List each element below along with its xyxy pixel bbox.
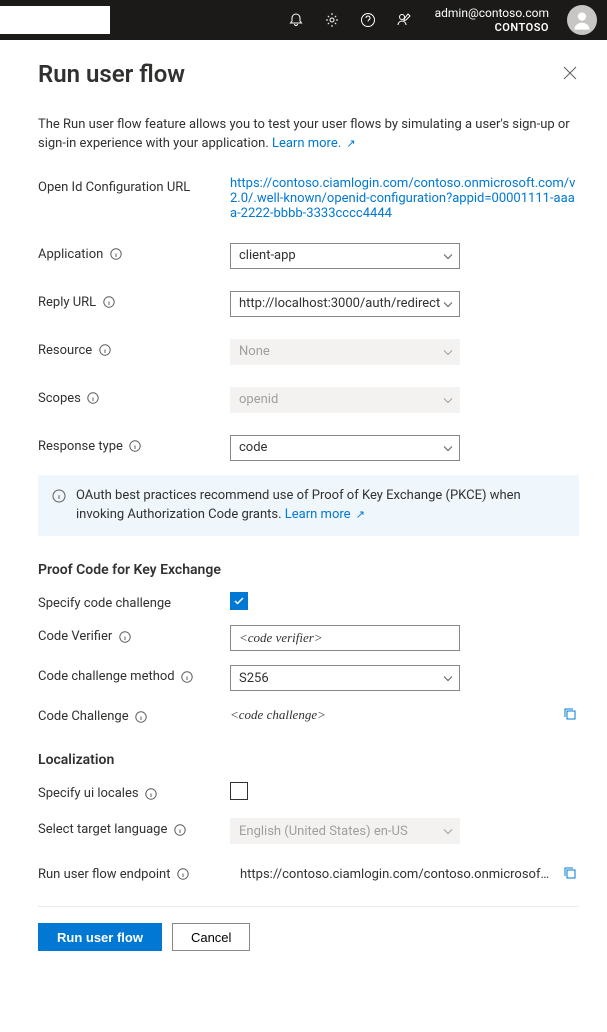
chevron-down-icon xyxy=(443,248,453,263)
info-icon[interactable] xyxy=(118,630,131,643)
specify-code-challenge-label: Specify code challenge xyxy=(38,596,171,611)
scopes-select[interactable]: openid xyxy=(230,387,460,413)
openid-url-value: https://contoso.ciamlogin.com/contoso.on… xyxy=(230,176,579,221)
response-type-select[interactable]: code xyxy=(230,435,460,461)
code-verifier-input[interactable]: <code verifier> xyxy=(230,625,460,651)
pkce-info-callout: OAuth best practices recommend use of Pr… xyxy=(38,475,579,537)
callout-learn-more-link[interactable]: Learn more ↗ xyxy=(285,507,365,522)
feedback-icon[interactable] xyxy=(395,11,413,29)
code-challenge-method-select[interactable]: S256 xyxy=(230,665,460,691)
intro-text: The Run user flow feature allows you to … xyxy=(38,116,579,154)
gear-icon[interactable] xyxy=(323,11,341,29)
info-icon[interactable] xyxy=(181,670,194,683)
run-user-flow-panel: Run user flow The Run user flow feature … xyxy=(0,40,607,975)
endpoint-value: https://contoso.ciamlogin.com/contoso.on… xyxy=(240,867,553,882)
reply-url-label: Reply URL xyxy=(38,295,96,310)
panel-title: Run user flow xyxy=(38,60,185,88)
chevron-down-icon xyxy=(443,392,453,407)
info-icon[interactable] xyxy=(109,248,122,261)
response-type-label: Response type xyxy=(38,439,123,454)
code-challenge-method-label: Code challenge method xyxy=(38,669,175,684)
notifications-icon[interactable] xyxy=(287,11,305,29)
target-language-select[interactable]: English (United States) en-US xyxy=(230,818,460,844)
resource-select[interactable]: None xyxy=(230,339,460,365)
code-challenge-value: <code challenge> xyxy=(230,707,563,723)
specify-code-challenge-checkbox[interactable] xyxy=(230,592,248,610)
chevron-down-icon xyxy=(443,344,453,359)
cancel-button[interactable]: Cancel xyxy=(172,923,250,951)
top-bar: admin@contoso.com CONTOSO xyxy=(0,0,607,40)
run-user-flow-button[interactable]: Run user flow xyxy=(38,923,162,951)
reply-url-select[interactable]: http://localhost:3000/auth/redirect xyxy=(230,291,460,317)
openid-url-link[interactable]: https://contoso.ciamlogin.com/contoso.on… xyxy=(230,176,575,221)
info-icon[interactable] xyxy=(176,868,189,881)
localization-heading: Localization xyxy=(38,752,579,768)
specify-ui-locales-checkbox[interactable] xyxy=(230,782,248,800)
chevron-down-icon xyxy=(443,824,453,839)
select-target-language-label: Select target language xyxy=(38,822,167,837)
chevron-down-icon xyxy=(443,440,453,455)
info-icon[interactable] xyxy=(129,440,142,453)
info-icon[interactable] xyxy=(145,787,158,800)
resource-label: Resource xyxy=(38,343,92,358)
account-info[interactable]: admin@contoso.com CONTOSO xyxy=(435,6,549,34)
chevron-down-icon xyxy=(443,671,453,686)
application-label: Application xyxy=(38,247,103,262)
scopes-label: Scopes xyxy=(38,391,81,406)
info-icon[interactable] xyxy=(135,710,148,723)
info-icon xyxy=(52,489,66,525)
divider xyxy=(38,906,579,907)
openid-url-label: Open Id Configuration URL xyxy=(38,176,230,195)
info-icon[interactable] xyxy=(98,344,111,357)
account-email: admin@contoso.com xyxy=(435,6,549,20)
code-verifier-label: Code Verifier xyxy=(38,629,112,644)
avatar[interactable] xyxy=(567,5,597,35)
application-select[interactable]: client-app xyxy=(230,243,460,269)
endpoint-label: Run user flow endpoint xyxy=(38,867,170,882)
search-input[interactable] xyxy=(0,6,110,34)
info-icon[interactable] xyxy=(102,296,115,309)
account-tenant: CONTOSO xyxy=(435,21,549,34)
info-icon[interactable] xyxy=(87,392,100,405)
specify-ui-locales-label: Specify ui locales xyxy=(38,786,139,801)
copy-icon[interactable] xyxy=(563,866,579,882)
chevron-down-icon xyxy=(443,296,453,311)
copy-icon[interactable] xyxy=(563,707,579,723)
info-icon[interactable] xyxy=(173,823,186,836)
code-challenge-label: Code Challenge xyxy=(38,709,129,724)
pkce-heading: Proof Code for Key Exchange xyxy=(38,562,579,578)
learn-more-link[interactable]: Learn more. ↗ xyxy=(272,136,356,151)
help-icon[interactable] xyxy=(359,11,377,29)
close-icon[interactable] xyxy=(563,66,579,82)
